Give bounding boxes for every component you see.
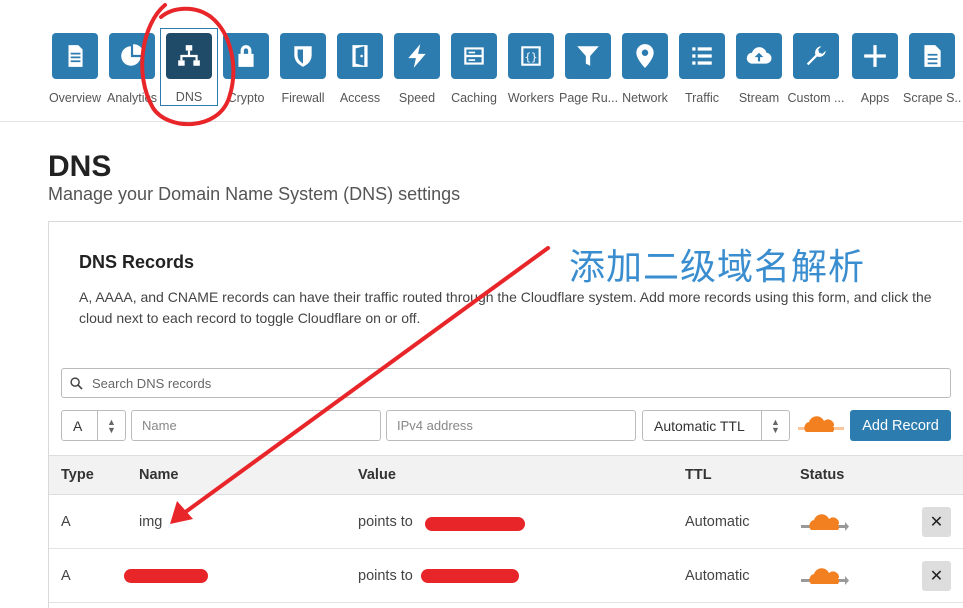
nav-label: Custom ... [787,91,845,105]
table-row[interactable]: A img points to Automatic ✕ [49,495,963,549]
add-record-form: A ▲ ▼ Name IPv4 address Automatic TTL ▲ ▼ … [61,410,951,441]
filter-icon [565,33,611,79]
redaction-mark [421,569,519,583]
braces-icon: {} [508,33,554,79]
col-ttl: TTL [685,467,712,483]
nav-label: Scrape S... [903,91,961,105]
nav-workers[interactable]: {} Workers [502,33,560,105]
zone-nav-bar: Overview Analytics DNS Crypto Firewall A… [0,0,963,122]
search-placeholder: Search DNS records [92,375,212,391]
nav-apps[interactable]: Apps [846,33,904,105]
name-input[interactable]: Name [131,410,381,441]
nav-network[interactable]: Network [616,33,674,105]
card-title: DNS Records [79,252,195,272]
nav-firewall[interactable]: Firewall [274,33,332,105]
proxy-cloud-icon[interactable] [798,415,844,437]
network-tree-icon [166,33,212,79]
record-ttl[interactable]: Automatic [685,514,749,530]
redaction-mark [124,569,208,583]
page-title: DNS [48,150,112,183]
nav-label: Crypto [227,91,265,105]
nav-traffic[interactable]: Traffic [673,33,731,105]
nav-overview[interactable]: Overview [46,33,104,105]
col-status: Status [800,467,845,483]
records-table-header: Type Name Value TTL Status [49,455,963,495]
dns-records-card: DNS Records 添加二级域名解析 A, AAAA, and CNAME … [48,221,963,608]
nav-scrape-shield[interactable]: Scrape S... [903,33,961,105]
col-type: Type [61,467,94,483]
ttl-select[interactable]: Automatic TTL ▲ ▼ [642,410,790,441]
nav-access[interactable]: Access [331,33,389,105]
nav-label: Stream [738,91,780,105]
nav-page-rules[interactable]: Page Ru... [559,33,617,105]
delete-record-button[interactable]: ✕ [922,561,951,591]
svg-text:{}: {} [524,50,537,63]
lock-icon [223,33,269,79]
nav-label: Network [622,91,668,105]
record-value[interactable]: points to [358,568,413,584]
record-type: A [61,514,71,530]
server-icon [451,33,497,79]
nav-stream[interactable]: Stream [730,33,788,105]
nav-label: DNS [175,90,203,104]
card-description: A, AAAA, and CNAME records can have thei… [79,289,932,326]
nav-dns[interactable]: DNS [160,28,218,106]
select-stepper-icon: ▲ ▼ [761,411,789,440]
nav-label: Caching [451,91,497,105]
proxy-status-cloud-icon[interactable] [801,513,849,535]
wrench-icon [793,33,839,79]
pie-chart-icon [109,33,155,79]
search-icon [70,376,83,390]
nav-custom[interactable]: Custom ... [787,33,845,105]
record-type-value: A [73,417,83,434]
list-icon [679,33,725,79]
delete-record-button[interactable]: ✕ [922,507,951,537]
name-placeholder: Name [142,418,177,433]
record-type: A [61,568,71,584]
nav-label: Page Ru... [559,91,617,105]
redaction-mark [425,517,525,531]
lightning-icon [394,33,440,79]
table-row[interactable]: A points to Automatic ✕ [49,549,963,603]
nav-label: Speed [398,91,436,105]
file-icon [909,33,955,79]
plus-icon [852,33,898,79]
ipv4-address-input[interactable]: IPv4 address [386,410,636,441]
col-name: Name [139,467,179,483]
cloud-upload-icon [736,33,782,79]
add-record-button[interactable]: Add Record [850,410,951,441]
nav-label: Workers [507,91,555,105]
select-stepper-icon: ▲ ▼ [97,411,125,440]
record-value[interactable]: points to [358,514,413,530]
door-icon [337,33,383,79]
document-icon [52,33,98,79]
nav-label: Traffic [684,91,720,105]
nav-label: Apps [860,91,890,105]
nav-caching[interactable]: Caching [445,33,503,105]
record-ttl[interactable]: Automatic [685,568,749,584]
ttl-value: Automatic TTL [654,417,745,434]
record-name[interactable]: img [139,514,162,530]
nav-speed[interactable]: Speed [388,33,446,105]
nav-crypto[interactable]: Crypto [217,33,275,105]
location-pin-icon [622,33,668,79]
col-value: Value [358,467,396,483]
nav-label: Analytics [106,91,158,105]
nav-label: Firewall [281,91,325,105]
nav-label: Overview [48,91,102,105]
page-subtitle: Manage your Domain Name System (DNS) set… [48,184,461,204]
nav-label: Access [339,91,381,105]
shield-icon [280,33,326,79]
record-type-select[interactable]: A ▲ ▼ [61,410,126,441]
ipv4-placeholder: IPv4 address [397,418,473,433]
annotation-text: 添加二级域名解析 [569,247,866,288]
search-input[interactable]: Search DNS records [61,368,951,398]
proxy-status-cloud-icon[interactable] [801,567,849,589]
nav-analytics[interactable]: Analytics [103,33,161,105]
